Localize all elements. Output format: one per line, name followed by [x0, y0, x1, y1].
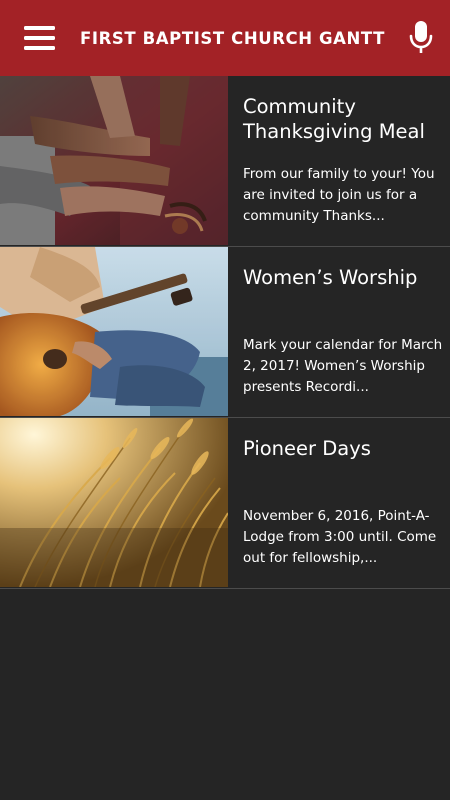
voice-search-button[interactable]: [392, 0, 450, 76]
card-body: Pioneer Days November 6, 2016, Point-A-L…: [243, 418, 444, 587]
card-excerpt: Mark your calendar for March 2, 2017! Wo…: [243, 337, 443, 395]
list-item[interactable]: Pioneer Days November 6, 2016, Point-A-L…: [0, 418, 450, 589]
list-item[interactable]: Women’s Worship Mark your calendar for M…: [0, 247, 450, 418]
list-item[interactable]: Community Thanksgiving Meal From our fam…: [0, 76, 450, 247]
card-excerpt: November 6, 2016, Point-A-Lodge from 3:0…: [243, 508, 437, 566]
app-bar: FIRST BAPTIST CHURCH GANTT: [0, 0, 450, 76]
card-title: Pioneer Days: [243, 437, 371, 460]
card-title: Women’s Worship: [243, 266, 418, 289]
stacked-hands-photo: [0, 76, 228, 245]
microphone-icon: [409, 21, 433, 53]
menu-button[interactable]: [10, 0, 70, 76]
app-title: FIRST BAPTIST CHURCH GANTT: [80, 28, 386, 48]
hamburger-menu-icon: [24, 26, 55, 50]
card-body: Community Thanksgiving Meal From our fam…: [243, 76, 444, 245]
card-excerpt: From our family to your! You are invited…: [243, 166, 435, 224]
news-feed: Community Thanksgiving Meal From our fam…: [0, 76, 450, 589]
guitar-player-photo: [0, 247, 228, 416]
card-title: Community Thanksgiving Meal: [243, 95, 425, 143]
wheat-field-photo: [0, 418, 228, 587]
card-body: Women’s Worship Mark your calendar for M…: [243, 247, 444, 416]
